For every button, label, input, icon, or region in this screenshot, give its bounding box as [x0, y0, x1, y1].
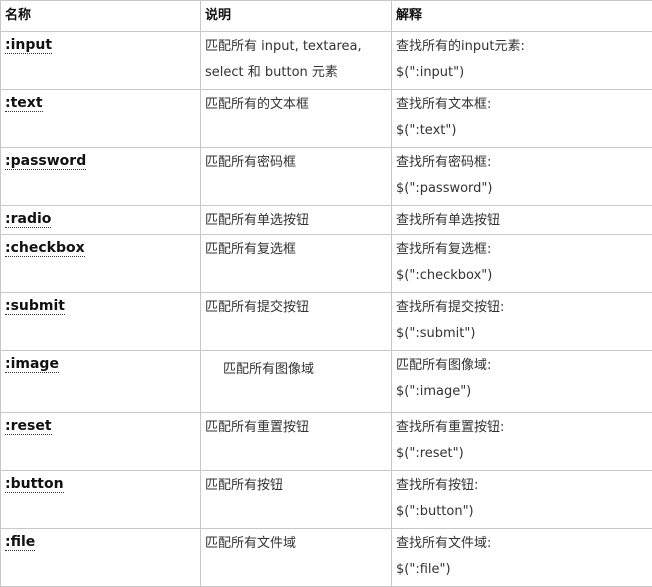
explanation-line: 查找所有单选按钮 [396, 208, 648, 234]
description-text: 匹配所有图像域 [223, 357, 387, 383]
selector-table: 名称 说明 解释 :input 匹配所有 input, textarea, se… [0, 0, 652, 587]
description-cell: 匹配所有图像域 [201, 351, 392, 413]
explanation-line: 查找所有的input元素: [396, 34, 648, 60]
selector-link[interactable]: :button [5, 476, 64, 493]
selector-link[interactable]: :password [5, 153, 86, 170]
name-cell: :text [1, 90, 201, 148]
explanation-cell: 查找所有文件域:$(":file") [392, 529, 652, 587]
name-cell: :image [1, 351, 201, 413]
header-name: 名称 [1, 1, 201, 32]
description-text: 匹配所有单选按钮 [205, 208, 387, 234]
description-text: 匹配所有密码框 [205, 150, 387, 176]
explanation-cell: 匹配所有图像域:$(":image") [392, 351, 652, 413]
explanation-line: $(":button") [396, 499, 648, 525]
selector-link[interactable]: :input [5, 37, 52, 54]
table-row: :text 匹配所有的文本框 查找所有文本框:$(":text") [1, 90, 652, 148]
selector-link[interactable]: :reset [5, 418, 52, 435]
explanation-line: 查找所有文本框: [396, 92, 648, 118]
explanation-cell: 查找所有重置按钮:$(":reset") [392, 413, 652, 471]
explanation-line: $(":input") [396, 60, 648, 86]
name-cell: :reset [1, 413, 201, 471]
explanation-cell: 查找所有的input元素:$(":input") [392, 32, 652, 90]
description-text: 匹配所有按钮 [205, 473, 387, 499]
explanation-line: $(":checkbox") [396, 263, 648, 289]
selector-link[interactable]: :checkbox [5, 240, 85, 257]
table-row: :reset 匹配所有重置按钮 查找所有重置按钮:$(":reset") [1, 413, 652, 471]
explanation-cell: 查找所有单选按钮 [392, 206, 652, 235]
header-explanation: 解释 [392, 1, 652, 32]
name-cell: :radio [1, 206, 201, 235]
explanation-line: 查找所有文件域: [396, 531, 648, 557]
selector-link[interactable]: :file [5, 534, 35, 551]
explanation-line: $(":image") [396, 379, 648, 405]
description-text: 匹配所有提交按钮 [205, 295, 387, 321]
description-cell: 匹配所有重置按钮 [201, 413, 392, 471]
description-cell: 匹配所有按钮 [201, 471, 392, 529]
description-text: 匹配所有重置按钮 [205, 415, 387, 441]
explanation-line: 查找所有重置按钮: [396, 415, 648, 441]
explanation-line: 查找所有按钮: [396, 473, 648, 499]
description-cell: 匹配所有单选按钮 [201, 206, 392, 235]
table-row: :password 匹配所有密码框 查找所有密码框:$(":password") [1, 148, 652, 206]
name-cell: :password [1, 148, 201, 206]
description-text: 匹配所有的文本框 [205, 92, 387, 118]
selector-link[interactable]: :image [5, 356, 59, 373]
explanation-line: 匹配所有图像域: [396, 353, 648, 379]
description-text: 匹配所有文件域 [205, 531, 387, 557]
name-cell: :button [1, 471, 201, 529]
table-row: :input 匹配所有 input, textarea, select 和 bu… [1, 32, 652, 90]
table-row: :button 匹配所有按钮 查找所有按钮:$(":button") [1, 471, 652, 529]
explanation-cell: 查找所有按钮:$(":button") [392, 471, 652, 529]
description-cell: 匹配所有的文本框 [201, 90, 392, 148]
name-cell: :file [1, 529, 201, 587]
description-cell: 匹配所有密码框 [201, 148, 392, 206]
explanation-line: 查找所有密码框: [396, 150, 648, 176]
explanation-line: $(":reset") [396, 441, 648, 467]
description-cell: 匹配所有复选框 [201, 235, 392, 293]
explanation-cell: 查找所有文本框:$(":text") [392, 90, 652, 148]
explanation-cell: 查找所有提交按钮:$(":submit") [392, 293, 652, 351]
name-cell: :checkbox [1, 235, 201, 293]
explanation-line: $(":password") [396, 176, 648, 202]
table-header-row: 名称 说明 解释 [1, 1, 652, 32]
explanation-line: 查找所有复选框: [396, 237, 648, 263]
description-cell: 匹配所有文件域 [201, 529, 392, 587]
table-row: :image 匹配所有图像域 匹配所有图像域:$(":image") [1, 351, 652, 413]
table-row: :file 匹配所有文件域 查找所有文件域:$(":file") [1, 529, 652, 587]
description-cell: 匹配所有提交按钮 [201, 293, 392, 351]
table-row: :checkbox 匹配所有复选框 查找所有复选框:$(":checkbox") [1, 235, 652, 293]
explanation-line: $(":submit") [396, 321, 648, 347]
name-cell: :input [1, 32, 201, 90]
explanation-line: 查找所有提交按钮: [396, 295, 648, 321]
selector-link[interactable]: :text [5, 95, 43, 112]
selector-link[interactable]: :radio [5, 211, 51, 228]
table-row: :submit 匹配所有提交按钮 查找所有提交按钮:$(":submit") [1, 293, 652, 351]
description-text: 匹配所有 input, textarea, select 和 button 元素 [205, 34, 387, 86]
name-cell: :submit [1, 293, 201, 351]
table-row: :radio 匹配所有单选按钮 查找所有单选按钮 [1, 206, 652, 235]
description-cell: 匹配所有 input, textarea, select 和 button 元素 [201, 32, 392, 90]
header-description: 说明 [201, 1, 392, 32]
explanation-line: $(":file") [396, 557, 648, 583]
explanation-cell: 查找所有密码框:$(":password") [392, 148, 652, 206]
explanation-cell: 查找所有复选框:$(":checkbox") [392, 235, 652, 293]
description-text: 匹配所有复选框 [205, 237, 387, 263]
selector-link[interactable]: :submit [5, 298, 65, 315]
explanation-line: $(":text") [396, 118, 648, 144]
